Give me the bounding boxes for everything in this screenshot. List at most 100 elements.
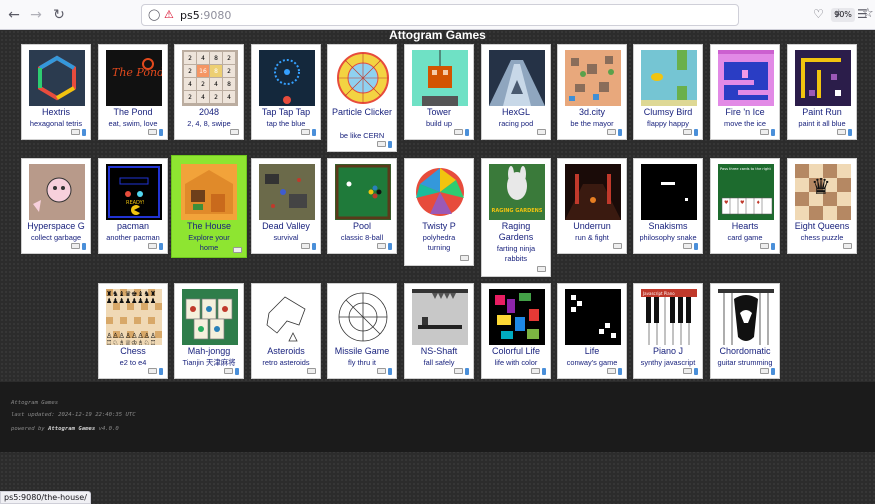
game-card-underrun[interactable]: Underrun run & fight: [557, 158, 627, 254]
footer-brand: Attogram Games: [11, 400, 59, 406]
game-card-life[interactable]: Life conway's game: [557, 283, 627, 379]
game-card-asteroids[interactable]: Asteroids retro asteroids: [251, 283, 321, 379]
game-card-chess[interactable]: ♜♞♝♛♚♝♞♜ ♟♟♟♟♟♟♟♟ ♙♙♙♙♙♙♙♙ ♖♘♗♕♔♗♘♖ Chess e…: [98, 283, 168, 379]
game-card-the-pond[interactable]: The Pond The Pond eat, swim, love: [98, 44, 168, 140]
game-name: The Pond: [113, 107, 153, 117]
game-name: Chordomatic: [719, 346, 771, 356]
game-card-pacman[interactable]: READY! pacman another pacman: [98, 158, 168, 254]
keyboard-icon: [683, 243, 692, 249]
game-card-fire-n-ice[interactable]: Fire 'n Ice move the ice: [710, 44, 780, 140]
game-thumbnail: [565, 289, 621, 345]
mobile-icon: [159, 367, 163, 375]
mobile-icon: [388, 140, 392, 148]
game-thumbnail: [182, 289, 238, 345]
game-name: The House: [186, 221, 232, 231]
game-thumbnail: READY!: [106, 164, 162, 220]
game-card-hextris[interactable]: Hextris hexagonal tetris: [21, 44, 91, 140]
game-name: Hextris: [41, 107, 70, 117]
extensions-icon[interactable]: ♯: [835, 7, 841, 21]
game-card-tap-tap-tap[interactable]: Tap Tap Tap tap the blue: [251, 44, 321, 140]
mobile-icon: [771, 128, 775, 136]
shield-icon[interactable]: ◯: [148, 8, 160, 21]
game-name: Raging Gardens: [498, 221, 534, 242]
game-tagline: farting ninja rabbits: [496, 244, 536, 263]
game-thumbnail: [29, 164, 85, 220]
game-name: Asteroids: [267, 346, 305, 356]
insecure-lock-icon[interactable]: ⚠: [164, 8, 174, 21]
keyboard-icon: [460, 255, 469, 261]
game-card-twisty-p[interactable]: Twisty P polyhedra turning: [404, 158, 474, 266]
keyboard-icon: [683, 129, 692, 135]
game-name: Hearts: [731, 221, 759, 231]
site-footer: Attogram Games last updated: 2024-12-19 …: [0, 382, 875, 452]
game-card-raging-gardens[interactable]: RAGING GARDENS Raging Gardens farting ni…: [481, 158, 551, 277]
game-card-ns-shaft[interactable]: NS-Shaft fall safely: [404, 283, 474, 379]
game-card-2048[interactable]: 2 4 8 2 2 16 8 2 4 2 4 8 2 4 2 4 2048 2,…: [174, 44, 244, 140]
menu-icon[interactable]: ☰: [857, 7, 868, 21]
game-name: Paint Run: [802, 107, 842, 117]
game-thumbnail: [412, 289, 468, 345]
keyboard-icon: [683, 368, 692, 374]
game-card-the-house[interactable]: The House Explore your home: [171, 155, 247, 258]
forward-icon[interactable]: →: [27, 6, 45, 24]
browser-toolbar: ← → ↻ ◯ ⚠ ps5:9080 90% ☆ ♡ ♯ ☰: [0, 0, 875, 30]
keyboard-icon: [71, 243, 80, 249]
game-card-hyperspace-garbage[interactable]: Hyperspace G collect garbage: [21, 158, 91, 254]
keyboard-icon: [531, 368, 540, 374]
page: Attogram Games Hextris hexagonal tetris …: [0, 29, 875, 504]
game-name: pacman: [116, 221, 150, 231]
game-thumbnail: [181, 164, 237, 220]
game-thumbnail: [412, 164, 468, 220]
svg-text:8: 8: [214, 55, 218, 62]
mobile-icon: [465, 367, 469, 375]
game-card-hearts[interactable]: Pass three cards to the right ♥ ♥ ♦ Hearts …: [710, 158, 780, 254]
game-thumbnail: [489, 289, 545, 345]
url-bar[interactable]: ◯ ⚠ ps5:9080 90% ☆: [141, 4, 874, 26]
game-card-tower[interactable]: Tower build up: [404, 44, 474, 140]
game-thumbnail: ♜♞♝♛♚♝♞♜ ♟♟♟♟♟♟♟♟ ♙♙♙♙♙♙♙♙ ♖♘♗♕♔♗♘♖: [106, 289, 162, 345]
back-icon[interactable]: ←: [5, 6, 23, 24]
reload-icon[interactable]: ↻: [50, 6, 68, 24]
game-thumbnail: [489, 50, 545, 106]
game-card-dead-valley[interactable]: Dead Valley survival: [251, 158, 321, 254]
game-card-particle-clicker[interactable]: Particle Clicker be like CERN: [327, 44, 397, 152]
game-card-hexgl[interactable]: HexGL racing pod: [481, 44, 551, 140]
keyboard-icon: [148, 129, 157, 135]
keyboard-icon: [230, 129, 239, 135]
game-card-paint-run[interactable]: Paint Run paint it all blue: [787, 44, 857, 140]
game-thumbnail: The Pond: [106, 50, 162, 106]
svg-text:4: 4: [227, 94, 231, 101]
game-name: NS-Shaft: [420, 346, 458, 356]
mobile-icon: [159, 242, 163, 250]
game-card-pool[interactable]: Pool classic 8-ball: [327, 158, 397, 254]
footer-powered-link[interactable]: Attogram Games: [48, 426, 95, 432]
game-card-clumsy-bird[interactable]: Clumsy Bird flappy happy: [633, 44, 703, 140]
svg-text:♟♟♟♟♟♟♟♟: ♟♟♟♟♟♟♟♟: [106, 297, 156, 305]
game-thumbnail: 2 4 8 2 2 16 8 2 4 2 4 8 2 4 2 4: [182, 50, 238, 106]
mobile-icon: [694, 242, 698, 250]
game-name: Fire 'n Ice: [725, 107, 765, 117]
game-card-eight-queens[interactable]: ♛ Eight Queens chess puzzle: [787, 158, 857, 254]
game-name: Mah-jongg: [187, 346, 231, 356]
keyboard-icon: [233, 247, 242, 253]
svg-text:2: 2: [227, 55, 231, 62]
game-card-piano-j[interactable]: Javascript Piano Piano J synthy javascri…: [633, 283, 703, 379]
keyboard-icon: [537, 129, 546, 135]
game-name: 2048: [198, 107, 220, 117]
game-name: Hyperspace G: [27, 221, 85, 231]
game-card-chordomatic[interactable]: Chordomatic guitar strumming: [710, 283, 780, 379]
keyboard-icon: [148, 368, 157, 374]
game-card-mah-jongg[interactable]: Mah-jongg Tianjin 天津麻将: [174, 283, 244, 379]
game-card-colorful-life[interactable]: Colorful Life life with color: [481, 283, 551, 379]
pocket-icon[interactable]: ♡: [813, 7, 824, 21]
game-thumbnail: [335, 164, 391, 220]
game-name: Pool: [352, 221, 371, 231]
game-card-missile-game[interactable]: Missile Game fly thru it: [327, 283, 397, 379]
game-name: Dead Valley: [262, 221, 310, 231]
game-card-snakisms[interactable]: Snakisms philosophy snake: [633, 158, 703, 254]
svg-text:4: 4: [214, 81, 218, 88]
game-card-3d-city[interactable]: 3d.city be the mayor: [557, 44, 627, 140]
footer-last-updated: last updated: 2024-12-19 22:40:35 UTC: [11, 412, 136, 418]
keyboard-icon: [607, 368, 616, 374]
svg-text:♦: ♦: [756, 200, 760, 206]
